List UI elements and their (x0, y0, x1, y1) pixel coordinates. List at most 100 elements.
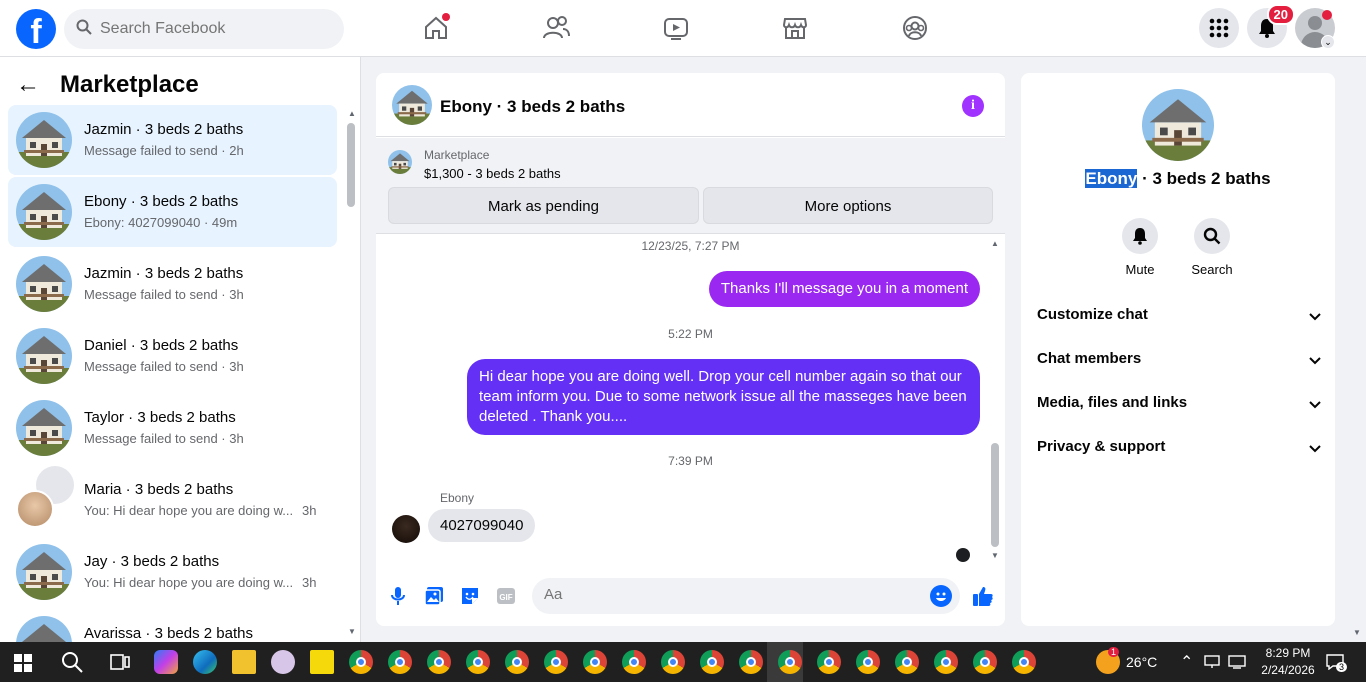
chrome-window-icon[interactable] (856, 650, 880, 674)
scroll-up-arrow-icon[interactable]: ▲ (348, 109, 356, 118)
edge-icon[interactable] (193, 650, 217, 674)
grid-icon (1209, 18, 1229, 38)
incoming-message[interactable]: 4027099040 (428, 509, 536, 542)
clock-time[interactable]: 8:29 PM (1252, 646, 1324, 660)
home-icon[interactable] (420, 12, 452, 44)
conversation-item[interactable]: Jazmin · 3 beds 2 baths Message failed to… (8, 105, 337, 175)
gif-icon[interactable]: GIF (496, 586, 516, 606)
chat-header: Ebony · 3 beds 2 baths i (376, 73, 1005, 137)
windows-start-icon[interactable] (14, 654, 32, 672)
search-input[interactable] (100, 20, 320, 38)
emoji-icon[interactable] (930, 585, 952, 607)
marketplace-icon[interactable] (779, 12, 811, 44)
chrome-window-icon[interactable] (934, 650, 958, 674)
scroll-down-arrow-icon[interactable]: ▼ (348, 627, 356, 636)
message-input-box[interactable] (532, 578, 960, 614)
chevron-down-icon[interactable]: ⌄ (1321, 35, 1335, 49)
conversation-item[interactable]: Ebony · 3 beds 2 baths Ebony: 4027099040 … (8, 177, 337, 247)
more-options-button[interactable]: More options (703, 187, 993, 224)
facebook-logo-icon[interactable]: f (16, 9, 56, 49)
chrome-window-icon[interactable] (349, 650, 373, 674)
chrome-window-icon[interactable] (583, 650, 607, 674)
chat-members-section[interactable]: Chat members (1037, 350, 1321, 370)
scroll-up-arrow-icon[interactable]: ▲ (991, 239, 999, 248)
chrome-window-icon[interactable] (739, 650, 763, 674)
chrome-window-icon[interactable] (505, 650, 529, 674)
chat-scrollbar-thumb[interactable] (991, 443, 999, 547)
svg-text:GIF: GIF (499, 593, 512, 602)
customize-chat-section[interactable]: Customize chat (1037, 306, 1321, 326)
video-icon[interactable] (660, 12, 692, 44)
task-view-icon[interactable] (108, 650, 132, 674)
display-icon[interactable] (1228, 655, 1246, 669)
copilot-icon[interactable] (154, 650, 178, 674)
page-scroll-down-arrow-icon[interactable]: ▼ (1353, 628, 1361, 637)
chrome-window-icon[interactable] (973, 650, 997, 674)
microphone-icon[interactable] (388, 586, 408, 606)
chrome-window-icon[interactable] (778, 650, 802, 674)
details-listing-photo[interactable] (1142, 89, 1214, 161)
friends-icon[interactable] (540, 12, 572, 44)
paint-icon[interactable] (271, 650, 295, 674)
media-files-links-section[interactable]: Media, files and links (1037, 394, 1321, 414)
chrome-window-icon[interactable] (817, 650, 841, 674)
photo-icon[interactable] (424, 586, 444, 606)
sidebar-scrollbar-thumb[interactable] (347, 123, 355, 207)
conversation-item[interactable]: Avarissa · 3 beds 2 baths (8, 609, 337, 642)
search-in-conversation-button[interactable]: Search (1182, 218, 1242, 277)
notification-center-icon[interactable]: 3 (1326, 654, 1348, 672)
file-explorer-icon[interactable] (232, 650, 256, 674)
message-input[interactable] (544, 586, 904, 603)
conversation-item[interactable]: Jazmin · 3 beds 2 baths Message failed to… (8, 249, 337, 319)
chrome-window-icon[interactable] (622, 650, 646, 674)
chat-title[interactable]: Ebony · 3 beds 2 baths (440, 97, 625, 117)
chevron-up-icon[interactable]: ⌃ (1180, 652, 1193, 672)
conversation-item[interactable]: Jay · 3 beds 2 baths You: Hi dear hope yo… (8, 537, 337, 607)
conversation-item[interactable]: Taylor · 3 beds 2 baths Message failed to… (8, 393, 337, 463)
account-notification-dot (1322, 10, 1332, 20)
message-timestamp: 12/23/25, 7:27 PM (641, 239, 740, 253)
info-icon[interactable]: i (962, 95, 984, 117)
sender-avatar[interactable] (392, 515, 420, 543)
groups-icon[interactable] (899, 12, 931, 44)
thumbs-up-icon[interactable] (972, 585, 994, 607)
chrome-window-icon[interactable] (388, 650, 412, 674)
outgoing-message[interactable]: Hi dear hope you are doing well. Drop yo… (467, 359, 980, 435)
listing-price[interactable]: $1,300 - 3 beds 2 baths (424, 166, 561, 181)
privacy-support-section[interactable]: Privacy & support (1037, 438, 1321, 458)
listing-thumbnail[interactable] (388, 150, 412, 174)
outgoing-message[interactable]: Thanks I'll message you in a moment (708, 271, 980, 307)
mark-as-pending-button[interactable]: Mark as pending (388, 187, 699, 224)
section-label: Chat members (1037, 350, 1142, 367)
sidebar-header: ← Marketplace (16, 71, 199, 99)
search-box[interactable] (64, 9, 344, 49)
message-thread: 12/23/25, 7:27 PM Thanks I'll message yo… (376, 235, 1005, 568)
chrome-window-icon[interactable] (700, 650, 724, 674)
chrome-window-icon[interactable] (466, 650, 490, 674)
sticky-notes-icon[interactable] (310, 650, 334, 674)
conversation-preview: Message failed to send · 3h (84, 359, 244, 374)
back-arrow-icon[interactable]: ← (16, 71, 40, 99)
conversation-title: Avarissa · 3 beds 2 baths (84, 625, 253, 642)
sticker-icon[interactable] (460, 586, 480, 606)
clock-date[interactable]: 2/24/2026 (1252, 663, 1324, 677)
search-label: Search (1191, 262, 1233, 277)
chrome-window-icon[interactable] (1012, 650, 1036, 674)
taskbar-search-icon[interactable] (60, 650, 84, 674)
menu-grid-button[interactable] (1199, 8, 1239, 48)
scroll-down-arrow-icon[interactable]: ▼ (991, 551, 999, 560)
chrome-window-icon[interactable] (661, 650, 685, 674)
chrome-window-icon[interactable] (895, 650, 919, 674)
conversation-item[interactable]: Maria · 3 beds 2 baths You: Hi dear hope … (8, 465, 337, 535)
conversation-thumbnail (16, 544, 72, 600)
mute-button[interactable]: Mute (1110, 218, 1170, 277)
weather-icon[interactable]: 1 (1096, 647, 1120, 674)
details-name-selected: Ebony (1085, 169, 1138, 188)
chrome-window-icon[interactable] (427, 650, 451, 674)
chat-listing-thumbnail[interactable] (392, 85, 432, 125)
conversation-item[interactable]: Daniel · 3 beds 2 baths Message failed to… (8, 321, 337, 391)
network-icon[interactable] (1204, 655, 1220, 669)
chrome-window-icon[interactable] (544, 650, 568, 674)
mute-label: Mute (1125, 262, 1155, 277)
notifications-button[interactable]: 20 (1247, 4, 1295, 48)
